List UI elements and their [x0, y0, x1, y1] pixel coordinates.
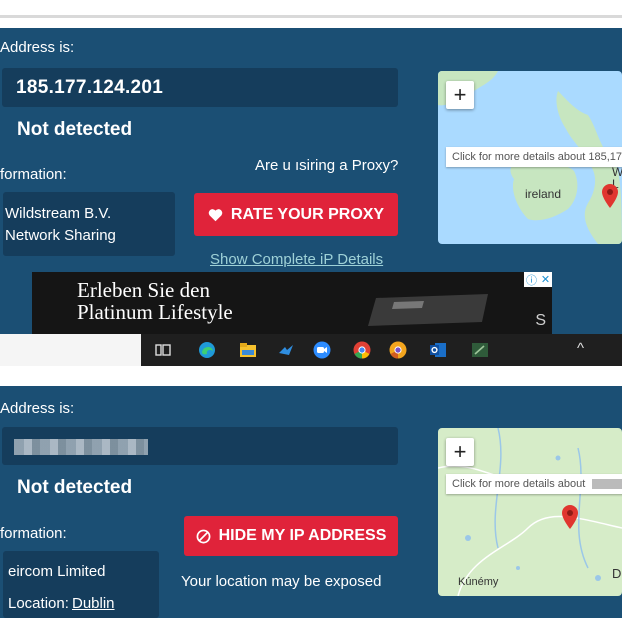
ad-close-icon[interactable]: ✕ [541, 273, 550, 286]
ip-address-box: 185.177.124.201 [2, 68, 398, 107]
page-gap-left [0, 334, 141, 366]
information-label: formation: [0, 166, 67, 183]
azure-icon[interactable] [277, 341, 295, 359]
map-tooltip: Click for more details about 185,17740 [446, 147, 622, 167]
ip-address-box-2 [2, 427, 398, 465]
terminal-icon[interactable] [471, 341, 489, 359]
map-label-kunemy: Kúnémy [458, 576, 499, 588]
isp-name: Wildstream B.V. [5, 205, 112, 222]
page-gap [0, 366, 622, 386]
location-map-top[interactable]: + Click for more details about 185,17740… [438, 71, 622, 244]
address-label: Address is: [0, 39, 75, 56]
proxy-status-2: Not detected [17, 477, 133, 498]
ip-info-panel-bottom: Address is: Not detected formation: HIDE… [0, 386, 622, 618]
show-details-link[interactable]: Show Complete iP Details [210, 251, 383, 268]
hide-ip-button[interactable]: HIDE MY IP ADDRESS [184, 516, 398, 556]
proxy-question: Are u ısiring a Proxy? [255, 157, 399, 174]
location-label: Location: [8, 595, 69, 612]
isp-box: Wildstream B.V. Network Sharing [3, 192, 175, 256]
exposure-warning: Your location may be exposed [181, 573, 382, 590]
map-marker-icon-2[interactable] [562, 505, 578, 529]
isp-box-2: eircom Limited Location: Dublin [3, 551, 159, 618]
edge-icon[interactable] [198, 341, 216, 359]
information-label-2: formation: [0, 525, 67, 542]
ban-icon [196, 529, 211, 543]
location-value[interactable]: Dublin [72, 593, 115, 615]
ad-card-image [368, 294, 488, 326]
zoom-in-button[interactable]: + [446, 81, 474, 109]
adchoices-badge[interactable]: ⓘ ✕ [524, 272, 552, 287]
browser-top-strip [0, 0, 622, 28]
outlook-icon[interactable] [429, 341, 447, 359]
task-view-icon[interactable] [154, 341, 172, 359]
advertisement-banner[interactable]: Erleben Sie den Platinum Lifestyle S ⓘ ✕ [32, 272, 552, 334]
rate-proxy-button[interactable]: RATE YOUR PROXY [194, 193, 398, 236]
ad-headline-1: Erleben Sie den [77, 278, 210, 302]
map-label-ireland: ireland [525, 187, 562, 201]
proxy-status: Not detected [17, 119, 133, 140]
isp-name-2: eircom Limited [8, 563, 106, 580]
windows-taskbar: ^ [141, 334, 622, 366]
address-label-2: Address is: [0, 400, 75, 417]
rate-proxy-label: RATE YOUR PROXY [230, 205, 385, 223]
map-tooltip-2: Click for more details about [446, 474, 622, 494]
map-marker-icon[interactable] [602, 184, 618, 208]
ip-address-redacted [14, 439, 148, 455]
chrome-icon[interactable] [353, 341, 371, 359]
zoom-in-button-2[interactable]: + [446, 438, 474, 466]
heart-icon [208, 208, 223, 221]
isp-network: Network Sharing [5, 227, 116, 244]
hide-ip-label: HIDE MY IP ADDRESS [218, 527, 387, 544]
ip-address-value[interactable]: 185.177.124.201 [16, 77, 163, 99]
chevron-up-icon[interactable]: ^ [577, 340, 584, 357]
map-tooltip-text: Click for more details about [452, 478, 586, 490]
top-divider [0, 15, 622, 18]
map-label-partial-d: D [612, 566, 622, 581]
zoom-app-icon[interactable] [313, 341, 331, 359]
location-map-bottom[interactable]: + Click for more details about Kúnémy D [438, 428, 622, 596]
ad-corner-letter: S [535, 312, 546, 329]
adchoices-info-icon[interactable]: ⓘ [526, 272, 537, 288]
chrome-canary-icon[interactable] [389, 341, 407, 359]
tooltip-redacted [592, 479, 622, 490]
ad-headline-2: Platinum Lifestyle [77, 300, 233, 324]
file-explorer-icon[interactable] [239, 341, 257, 359]
